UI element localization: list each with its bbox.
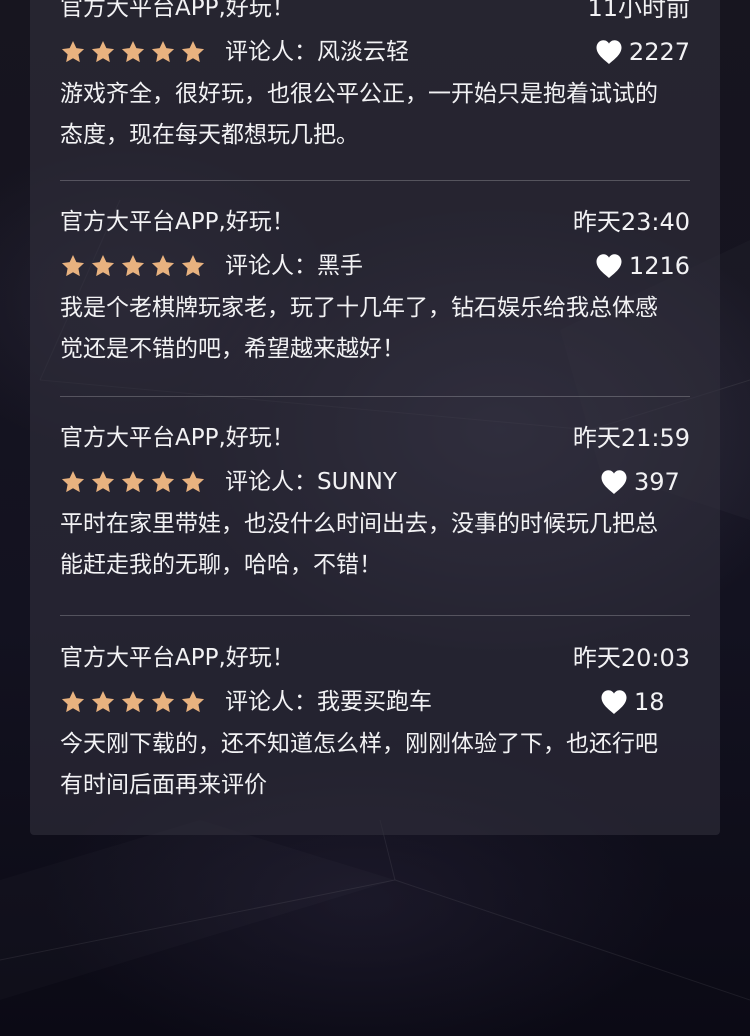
- reviewer-name: 评论人：我要买跑车: [225, 689, 432, 715]
- star-icon: [90, 253, 116, 279]
- heart-icon: [595, 253, 623, 279]
- like-button[interactable]: 18: [600, 680, 690, 724]
- like-button[interactable]: 1216: [595, 244, 690, 288]
- review-card: 官方大平台APP,好玩！ 昨天21:59 评论人：SUNNY 397 平时在家里…: [60, 416, 690, 586]
- like-count: 1216: [628, 252, 690, 280]
- review-card: 官方大平台APP,好玩！ 11小时前 评论人：风淡云轻 2227 游戏齐全，很好…: [60, 0, 690, 156]
- divider: [60, 615, 690, 616]
- star-icon: [180, 689, 206, 715]
- review-text-line: 觉还是不错的吧，希望越来越好！: [60, 336, 405, 362]
- review-card: 官方大平台APP,好玩！ 昨天20:03 评论人：我要买跑车 18 今天刚下载的…: [60, 636, 690, 806]
- star-icon: [180, 469, 206, 495]
- star-icon: [120, 39, 146, 65]
- review-text-line: 能赶走我的无聊，哈哈，不错！: [60, 552, 382, 578]
- reviewer-name: 评论人：SUNNY: [225, 469, 397, 495]
- star-rating: [60, 39, 206, 65]
- like-count: 18: [634, 688, 665, 716]
- star-icon: [120, 469, 146, 495]
- star-icon: [150, 39, 176, 65]
- review-text-line: 平时在家里带娃，也没什么时间出去，没事的时候玩几把总: [60, 511, 658, 537]
- review-text-line: 我是个老棋牌玩家老，玩了十几年了，钻石娱乐给我总体感: [60, 295, 658, 321]
- star-icon: [120, 689, 146, 715]
- review-title: 官方大平台APP,好玩！: [60, 425, 295, 451]
- review-text-line: 游戏齐全，很好玩，也很公平公正，一开始只是抱着试试的: [60, 81, 658, 107]
- star-rating: [60, 469, 206, 495]
- reviewer-name: 评论人：风淡云轻: [225, 39, 409, 65]
- review-card: 官方大平台APP,好玩！ 昨天23:40 评论人：黑手 1216 我是个老棋牌玩…: [60, 200, 690, 370]
- star-icon: [60, 39, 86, 65]
- heart-icon: [600, 689, 628, 715]
- review-text-line: 今天刚下载的，还不知道怎么样，刚刚体验了下，也还行吧: [60, 731, 658, 757]
- star-icon: [120, 253, 146, 279]
- heart-icon: [600, 469, 628, 495]
- like-button[interactable]: 397: [600, 460, 690, 504]
- review-text-line: 有时间后面再来评价: [60, 772, 267, 798]
- divider: [60, 396, 690, 397]
- star-icon: [90, 469, 116, 495]
- star-icon: [60, 253, 86, 279]
- star-rating: [60, 253, 206, 279]
- star-icon: [150, 689, 176, 715]
- review-time: 11小时前: [587, 0, 690, 22]
- star-icon: [60, 469, 86, 495]
- review-time: 昨天23:40: [572, 208, 690, 236]
- star-rating: [60, 689, 206, 715]
- like-count: 2227: [628, 38, 690, 66]
- star-icon: [150, 469, 176, 495]
- review-time: 昨天20:03: [572, 644, 690, 672]
- review-text-line: 态度，现在每天都想玩几把。: [60, 122, 359, 148]
- star-icon: [150, 253, 176, 279]
- like-count: 397: [634, 468, 680, 496]
- review-title: 官方大平台APP,好玩！: [60, 645, 295, 671]
- star-icon: [60, 689, 86, 715]
- star-icon: [180, 253, 206, 279]
- star-icon: [90, 689, 116, 715]
- review-title: 官方大平台APP,好玩！: [60, 209, 295, 235]
- like-button[interactable]: 2227: [595, 30, 690, 74]
- star-icon: [90, 39, 116, 65]
- heart-icon: [595, 39, 623, 65]
- divider: [60, 180, 690, 181]
- star-icon: [180, 39, 206, 65]
- review-time: 昨天21:59: [572, 424, 690, 452]
- reviewer-name: 评论人：黑手: [225, 253, 363, 279]
- review-title: 官方大平台APP,好玩！: [60, 0, 295, 21]
